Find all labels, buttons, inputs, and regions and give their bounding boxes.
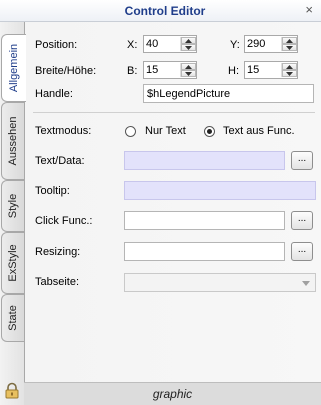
radio-nur-text[interactable] xyxy=(125,126,136,137)
h-label: H: xyxy=(228,65,239,77)
x-increment[interactable] xyxy=(181,37,196,44)
tab-exstyle[interactable]: ExStyle xyxy=(1,232,24,294)
radio-text-aus-func-label[interactable]: Text aus Func. xyxy=(223,125,295,137)
handle-input[interactable] xyxy=(147,87,310,101)
handle-label: Handle: xyxy=(35,88,73,100)
tab-allgemein-label: Allgemein xyxy=(8,43,20,93)
y-field[interactable] xyxy=(244,35,298,53)
width-field[interactable] xyxy=(143,61,197,79)
y-input[interactable] xyxy=(247,37,277,51)
chevron-up-icon xyxy=(286,65,293,69)
tab-state[interactable]: State xyxy=(1,294,24,342)
width-decrement[interactable] xyxy=(181,70,196,77)
title-bar: Control Editor × xyxy=(0,0,321,22)
general-tab-panel: Position: X: Y: Breite/Höhe: B: H: Handl xyxy=(24,22,321,382)
height-increment[interactable] xyxy=(282,63,297,70)
x-spinner[interactable] xyxy=(180,37,196,51)
x-decrement[interactable] xyxy=(181,44,196,51)
y-decrement[interactable] xyxy=(282,44,297,51)
tabseite-label: Tabseite: xyxy=(35,276,80,288)
height-spinner[interactable] xyxy=(281,63,297,77)
x-input[interactable] xyxy=(146,37,176,51)
handle-field[interactable] xyxy=(143,84,314,103)
dropdown-arrow-icon xyxy=(302,281,310,286)
text-data-input[interactable] xyxy=(128,154,281,168)
resizing-input[interactable] xyxy=(128,245,281,259)
tab-aussehen-label: Aussehen xyxy=(7,116,19,166)
chevron-up-icon xyxy=(185,39,192,43)
radio-text-aus-func[interactable] xyxy=(204,126,215,137)
width-input[interactable] xyxy=(146,63,176,77)
height-input[interactable] xyxy=(247,63,277,77)
resizing-field[interactable] xyxy=(124,242,285,261)
tab-style[interactable]: Style xyxy=(1,180,24,232)
tooltip-input[interactable] xyxy=(128,184,312,198)
text-data-label: Text/Data: xyxy=(35,155,85,167)
tabseite-select[interactable] xyxy=(124,273,316,292)
chevron-up-icon xyxy=(185,65,192,69)
click-func-browse-button[interactable]: ... xyxy=(291,211,313,230)
y-increment[interactable] xyxy=(282,37,297,44)
tooltip-field[interactable] xyxy=(124,181,316,200)
vertical-tab-strip: Allgemein Aussehen Style ExStyle State xyxy=(0,22,26,405)
tooltip-label: Tooltip: xyxy=(35,185,70,197)
x-field[interactable] xyxy=(143,35,197,53)
radio-nur-text-label[interactable]: Nur Text xyxy=(145,125,186,137)
chevron-down-icon xyxy=(185,46,192,50)
y-spinner[interactable] xyxy=(281,37,297,51)
control-type-label: graphic xyxy=(152,387,193,401)
size-label: Breite/Höhe: xyxy=(35,65,97,77)
y-label: Y: xyxy=(230,39,240,51)
width-increment[interactable] xyxy=(181,63,196,70)
status-bar: graphic xyxy=(24,382,321,405)
click-func-label: Click Func.: xyxy=(35,215,93,227)
close-icon[interactable]: × xyxy=(305,2,313,17)
tab-exstyle-label: ExStyle xyxy=(7,244,19,282)
tab-style-label: Style xyxy=(7,193,19,219)
chevron-down-icon xyxy=(286,72,293,76)
textmodus-label: Textmodus: xyxy=(35,125,92,137)
section-divider xyxy=(33,112,315,113)
tab-state-label: State xyxy=(7,305,19,331)
resizing-browse-button[interactable]: ... xyxy=(291,242,313,261)
width-spinner[interactable] xyxy=(180,63,196,77)
chevron-up-icon xyxy=(286,39,293,43)
tab-allgemein[interactable]: Allgemein xyxy=(1,34,26,102)
b-label: B: xyxy=(127,65,138,77)
text-data-field[interactable] xyxy=(124,151,285,170)
height-decrement[interactable] xyxy=(282,70,297,77)
x-label: X: xyxy=(127,39,138,51)
position-label: Position: xyxy=(35,39,78,51)
chevron-down-icon xyxy=(185,72,192,76)
click-func-input[interactable] xyxy=(128,214,281,228)
tab-aussehen[interactable]: Aussehen xyxy=(1,102,24,180)
text-data-browse-button[interactable]: ... xyxy=(291,151,313,170)
click-func-field[interactable] xyxy=(124,211,285,230)
chevron-down-icon xyxy=(286,46,293,50)
height-field[interactable] xyxy=(244,61,298,79)
lock-icon[interactable] xyxy=(3,382,21,400)
window-title: Control Editor xyxy=(124,4,206,18)
resizing-label: Resizing: xyxy=(35,246,81,258)
